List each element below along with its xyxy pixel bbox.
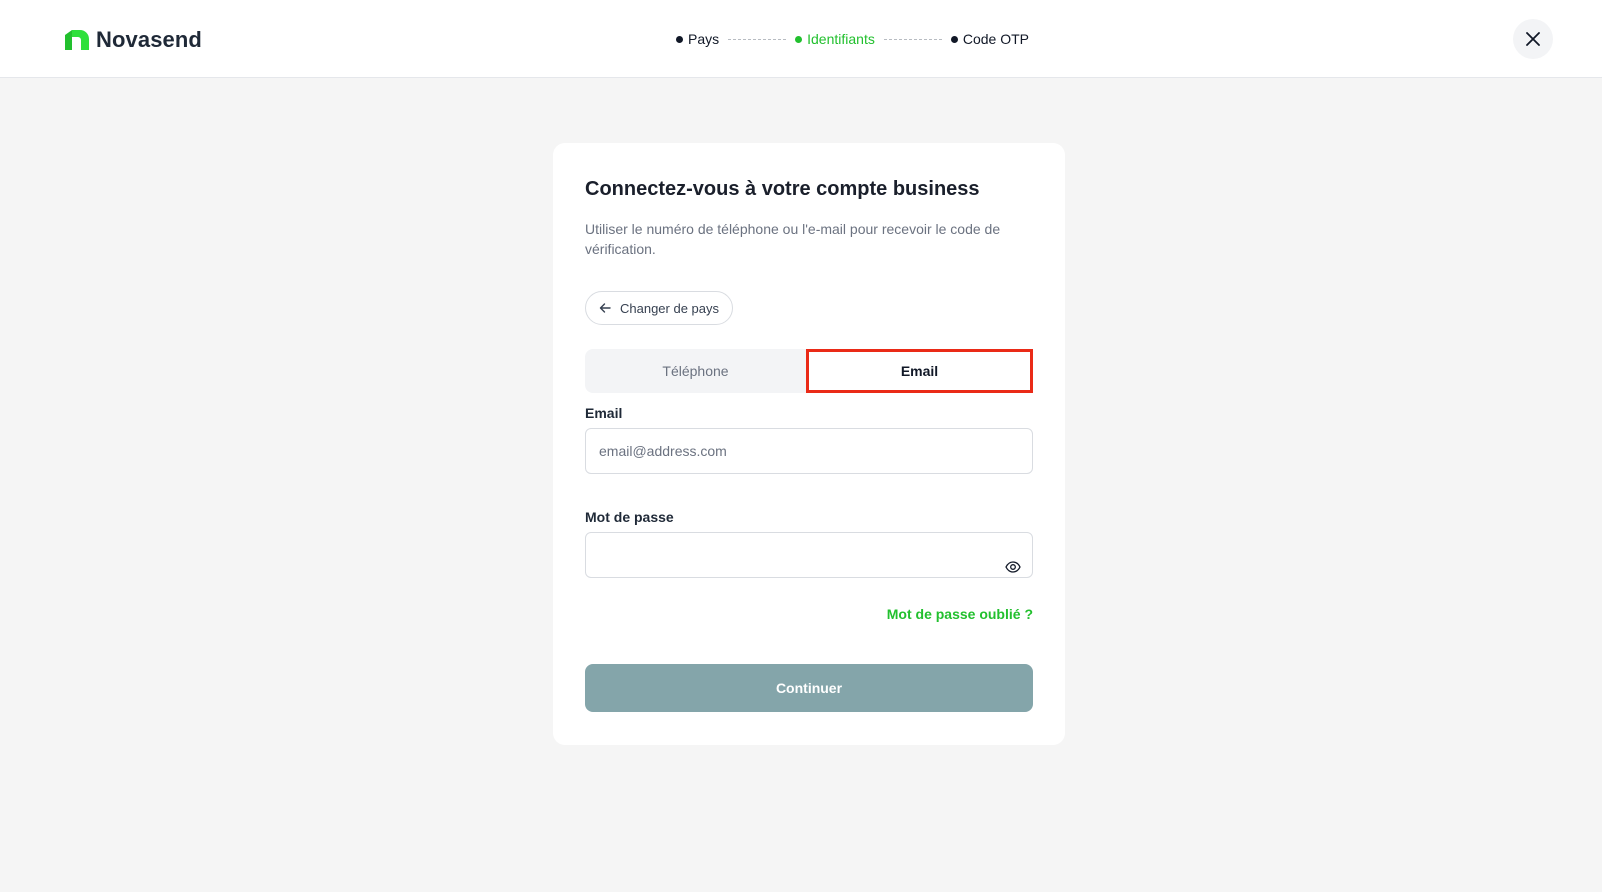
eye-icon[interactable] (1005, 559, 1021, 575)
step-dot-icon (676, 35, 683, 43)
page-subtitle: Utiliser le numéro de téléphone ou l'e-m… (585, 221, 1001, 257)
login-method-tabs: Téléphone Email (585, 349, 1033, 393)
brand-logo[interactable]: Novasend (64, 27, 202, 53)
step-label: Code OTP (962, 31, 1029, 47)
step-connector (728, 38, 787, 40)
step-dot-icon (795, 35, 803, 43)
arrow-left-icon (599, 303, 611, 313)
progress-stepper: Pays Identifiants Code OTP (676, 28, 1029, 50)
step-label: Identifiants (807, 31, 875, 47)
close-button[interactable] (1513, 19, 1553, 59)
step-identifiants: Identifiants (795, 31, 875, 47)
top-header: Novasend Pays Identifiants Code OTP (0, 0, 1602, 78)
step-code-otp: Code OTP (950, 31, 1029, 47)
step-connector (883, 38, 942, 40)
step-dot-icon (950, 35, 958, 43)
step-label: Pays (688, 31, 720, 47)
email-input[interactable] (585, 428, 1033, 474)
change-country-button[interactable]: Changer de pays (585, 291, 734, 325)
close-icon (1526, 32, 1540, 46)
forgot-password-link[interactable]: Mot de passe oublié ? (887, 606, 1033, 622)
tab-telephone[interactable]: Téléphone (585, 349, 806, 393)
password-input[interactable] (585, 532, 1033, 578)
login-card: Connectez-vous à votre compte business U… (553, 143, 1065, 745)
tab-email[interactable]: Email (806, 349, 1033, 393)
page-title: Connectez-vous à votre compte business (585, 178, 980, 200)
email-label: Email (585, 405, 623, 421)
step-pays: Pays (676, 31, 719, 47)
brand-name: Novasend (96, 27, 202, 52)
change-country-label: Changer de pays (620, 300, 720, 316)
continue-button[interactable]: Continuer (585, 664, 1033, 712)
password-label: Mot de passe (585, 509, 674, 525)
novasend-logo-icon (65, 30, 89, 50)
